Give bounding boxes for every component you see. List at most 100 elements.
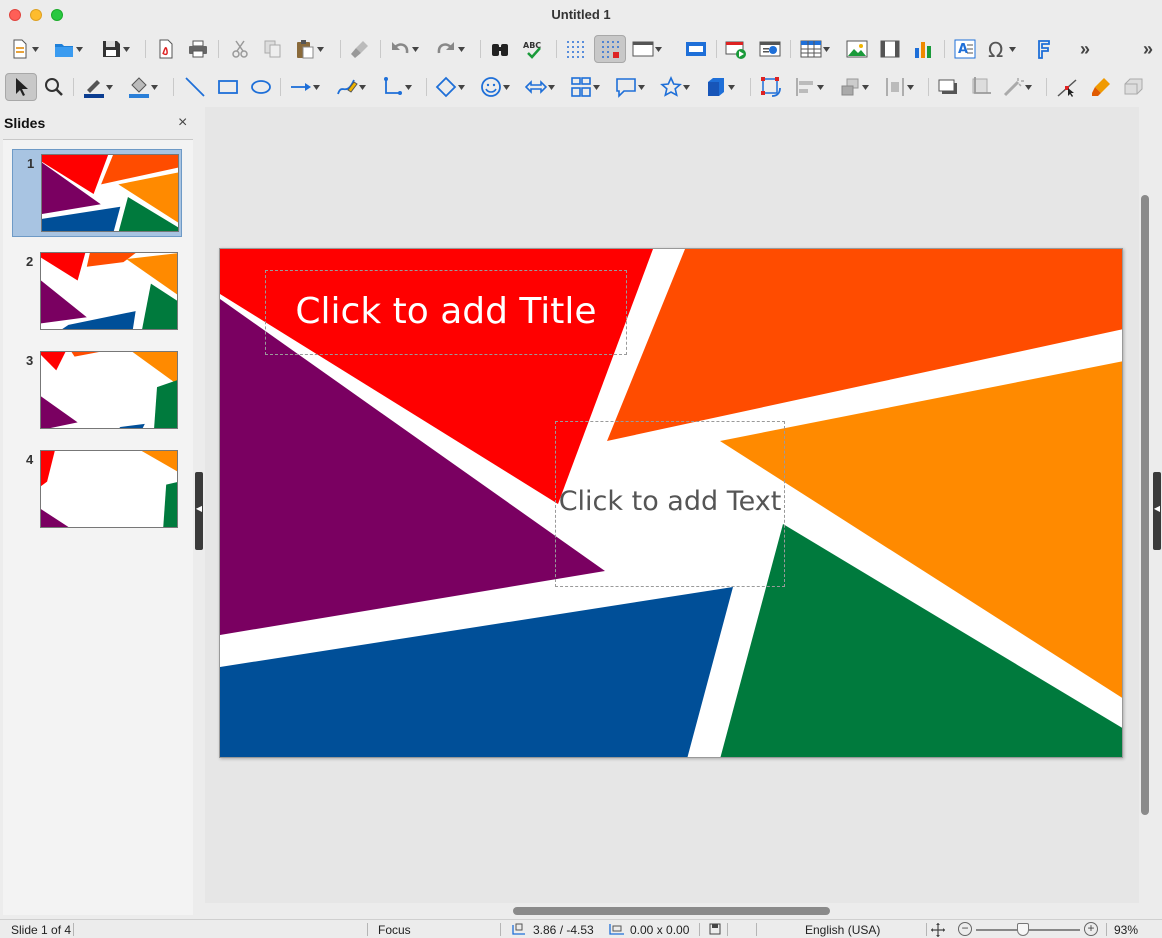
chevron-down-icon[interactable] (547, 76, 556, 98)
insert-ellipse-button[interactable] (250, 73, 272, 101)
insert-text-box-button[interactable]: A (954, 35, 976, 63)
redo-button[interactable] (435, 35, 466, 63)
chevron-down-icon[interactable] (358, 76, 367, 98)
chevron-down-icon[interactable] (816, 76, 825, 98)
3d-objects-button[interactable] (705, 73, 736, 101)
spelling-button[interactable]: ABC (522, 35, 544, 63)
flowchart-button[interactable] (570, 73, 601, 101)
fontwork-button[interactable] (1033, 35, 1055, 63)
insert-media-button[interactable] (879, 35, 901, 63)
points-button[interactable] (1056, 73, 1078, 101)
chevron-down-icon[interactable] (861, 76, 870, 98)
chevron-down-icon[interactable] (150, 76, 159, 98)
text-language[interactable]: English (USA) (805, 923, 880, 937)
filter-button[interactable] (1002, 73, 1033, 101)
open-button[interactable] (53, 35, 84, 63)
distribute-button[interactable] (884, 73, 915, 101)
chevron-down-icon[interactable] (502, 76, 511, 98)
chevron-down-icon[interactable] (1008, 38, 1017, 60)
chevron-down-icon[interactable] (316, 38, 325, 60)
symbol-shapes-button[interactable] (480, 73, 511, 101)
zoom-in-button[interactable]: + (1084, 922, 1098, 936)
close-icon[interactable]: × (178, 114, 187, 132)
select-tool-button[interactable] (5, 73, 37, 101)
callout-shapes-button[interactable] (615, 73, 646, 101)
chevron-down-icon[interactable] (411, 38, 420, 60)
chevron-down-icon[interactable] (457, 38, 466, 60)
line-color-button[interactable] (83, 73, 114, 101)
copy-button[interactable] (262, 35, 284, 63)
curves-polygons-button[interactable] (336, 73, 367, 101)
block-arrows-button[interactable] (525, 73, 556, 101)
zoom-pan-button[interactable] (43, 73, 65, 101)
arrange-button[interactable] (839, 73, 870, 101)
glue-points-button[interactable] (1090, 73, 1112, 101)
new-document-button[interactable] (9, 35, 40, 63)
stars-banners-button[interactable] (660, 73, 691, 101)
chevron-down-icon[interactable] (637, 76, 646, 98)
chevron-down-icon[interactable] (654, 38, 663, 60)
chevron-down-icon[interactable] (31, 38, 40, 60)
toolbar-overflow-button[interactable]: » (1080, 35, 1090, 63)
crop-image-button[interactable] (970, 73, 992, 101)
start-from-current-slide-button[interactable] (759, 35, 781, 63)
shadow-button[interactable] (937, 73, 959, 101)
display-views-button[interactable] (632, 35, 663, 63)
fit-slide-icon[interactable] (931, 923, 945, 938)
chevron-down-icon[interactable] (457, 76, 466, 98)
text-placeholder[interactable]: Click to add Text (555, 421, 785, 587)
save-button[interactable] (100, 35, 131, 63)
toolbar-overflow-button-2[interactable]: » (1143, 35, 1153, 63)
start-from-first-slide-button[interactable] (725, 35, 747, 63)
slides-panel-collapse-handle[interactable]: ◀ (195, 472, 203, 550)
basic-shapes-button[interactable] (435, 73, 466, 101)
slide-thumbnail-3[interactable]: 3 (12, 347, 182, 435)
paste-button[interactable] (294, 35, 325, 63)
chevron-down-icon[interactable] (822, 38, 831, 60)
toggle-extrusion-button[interactable] (1123, 73, 1145, 101)
display-grid-button[interactable] (564, 35, 586, 63)
slide-thumbnail-4[interactable]: 4 (12, 446, 182, 534)
cut-button[interactable] (229, 35, 251, 63)
vertical-scrollbar[interactable] (1141, 195, 1149, 815)
chevron-down-icon[interactable] (312, 76, 321, 98)
slide-thumbnail-2[interactable]: 2 (12, 248, 182, 336)
insert-line-button[interactable] (184, 73, 206, 101)
title-placeholder[interactable]: Click to add Title (265, 270, 627, 355)
zoom-slider-handle[interactable] (1017, 923, 1029, 936)
clone-formatting-button[interactable] (349, 35, 371, 63)
chevron-down-icon[interactable] (1024, 76, 1033, 98)
master-slide-button[interactable] (685, 35, 707, 63)
rotate-button[interactable] (760, 73, 782, 101)
insert-chart-button[interactable] (912, 35, 934, 63)
insert-table-button[interactable] (800, 35, 831, 63)
chevron-down-icon[interactable] (592, 76, 601, 98)
sidebar-collapse-handle[interactable]: ◀ (1153, 472, 1161, 550)
slide-thumbnail-1[interactable]: 1 (12, 149, 182, 237)
chevron-down-icon[interactable] (727, 76, 736, 98)
insert-rectangle-button[interactable] (217, 73, 239, 101)
find-replace-button[interactable] (489, 35, 511, 63)
print-button[interactable] (187, 35, 209, 63)
undo-button[interactable] (389, 35, 420, 63)
slide-canvas[interactable]: Click to add Title Click to add Text (219, 248, 1123, 758)
fill-color-button[interactable] (128, 73, 159, 101)
document-modified-icon[interactable] (709, 923, 721, 938)
chevron-down-icon[interactable] (75, 38, 84, 60)
chevron-down-icon[interactable] (105, 76, 114, 98)
layout-name[interactable]: Focus (378, 923, 411, 937)
zoom-out-button[interactable]: − (958, 922, 972, 936)
chevron-down-icon[interactable] (122, 38, 131, 60)
align-objects-button[interactable] (794, 73, 825, 101)
zoom-level[interactable]: 93% (1114, 923, 1138, 937)
chevron-down-icon[interactable] (906, 76, 915, 98)
chevron-down-icon[interactable] (404, 76, 413, 98)
insert-image-button[interactable] (846, 35, 868, 63)
chevron-down-icon[interactable] (682, 76, 691, 98)
lines-arrows-button[interactable] (290, 73, 321, 101)
connectors-button[interactable] (382, 73, 413, 101)
snap-to-grid-button[interactable] (594, 35, 626, 63)
horizontal-scrollbar[interactable] (513, 907, 830, 915)
insert-special-character-button[interactable]: Ω (986, 35, 1017, 63)
export-pdf-button[interactable] (155, 35, 177, 63)
